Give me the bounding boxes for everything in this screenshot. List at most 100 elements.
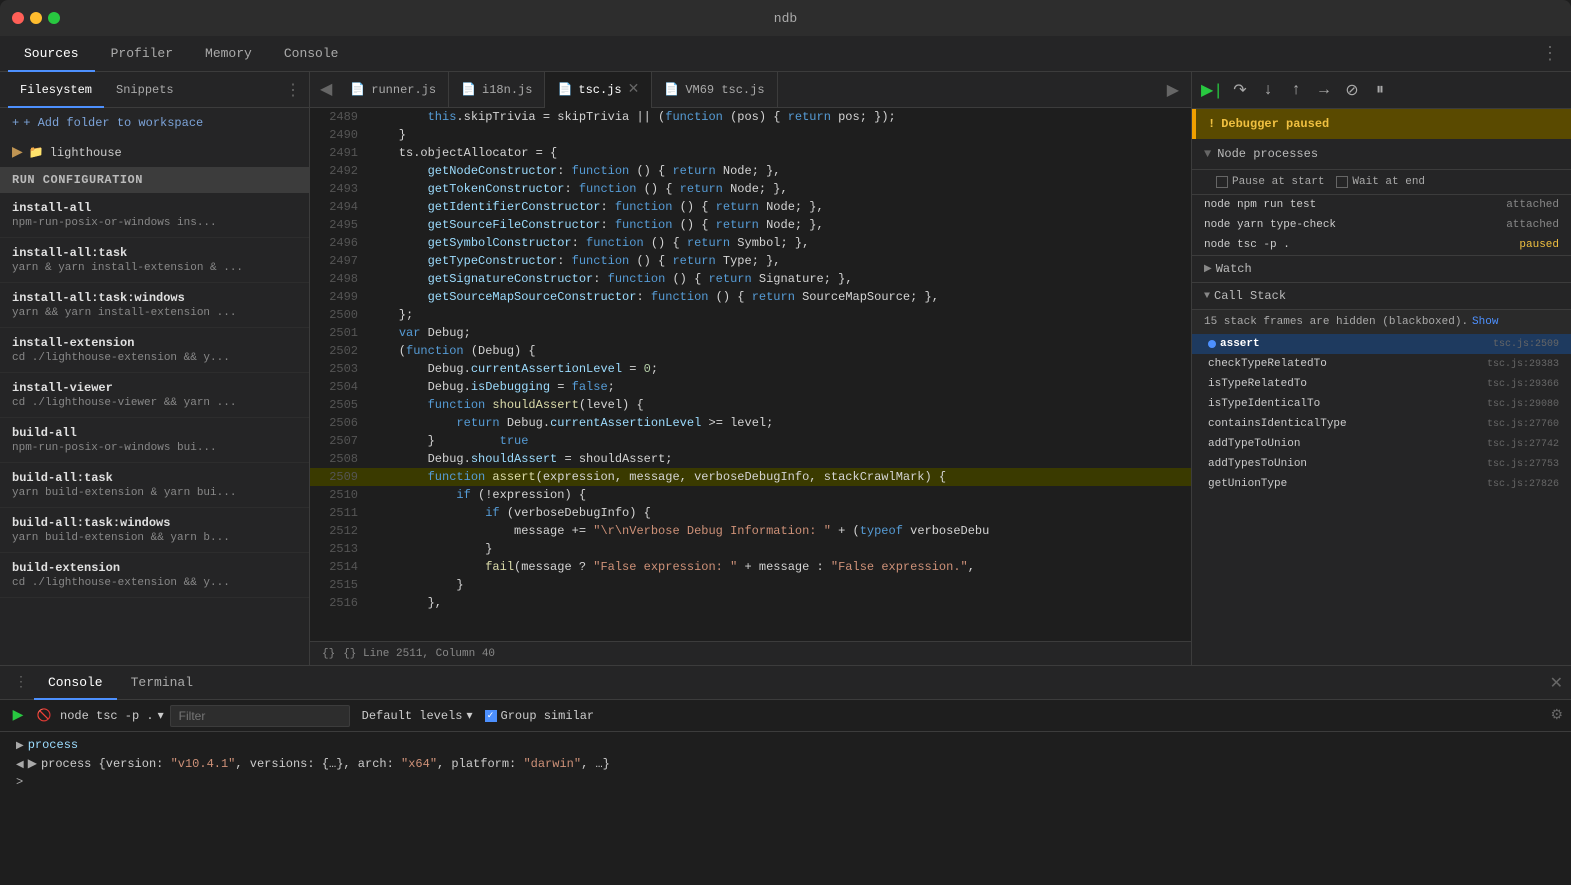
deactivate-button[interactable]: ⊘: [1340, 78, 1364, 102]
file-tab-tsc-label: tsc.js: [578, 83, 621, 97]
folder-name: lighthouse: [50, 146, 122, 160]
node-processes-header-label: Node processes: [1217, 147, 1318, 161]
run-item-install-all[interactable]: install-all npm-run-posix-or-windows ins…: [0, 193, 309, 238]
folder-item-lighthouse[interactable]: ▶ 📁 lighthouse: [0, 138, 309, 167]
console-expand-icon[interactable]: ▶: [16, 740, 24, 752]
code-line-2498: 2498 getSignatureConstructor: function (…: [310, 270, 1191, 288]
process-item-npm[interactable]: node npm run test attached: [1192, 195, 1571, 215]
tab-memory[interactable]: Memory: [189, 36, 268, 72]
step-button[interactable]: →: [1312, 78, 1336, 102]
run-item-install-viewer[interactable]: install-viewer cd ./lighthouse-viewer &&…: [0, 373, 309, 418]
run-item-install-extension[interactable]: install-extension cd ./lighthouse-extens…: [0, 328, 309, 373]
console-context-selector[interactable]: node tsc -p . ▾: [60, 708, 164, 723]
file-tab-tsc[interactable]: 📄 tsc.js ✕: [545, 72, 652, 108]
run-item-install-all-task-windows[interactable]: install-all:task:windows yarn && yarn in…: [0, 283, 309, 328]
group-similar-checkbox[interactable]: ✓: [485, 710, 497, 722]
frame-name-containsidentical: containsIdenticalType: [1208, 418, 1347, 430]
minimize-button[interactable]: [30, 12, 42, 24]
stack-frame-istype[interactable]: isTypeRelatedTo tsc.js:29366: [1192, 374, 1571, 394]
folder-expand-icon: ▶: [12, 144, 23, 161]
pause-at-start-checkbox[interactable]: Pause at start: [1216, 176, 1324, 188]
console-prompt[interactable]: >: [0, 773, 1571, 791]
tab-sources[interactable]: Sources: [8, 36, 95, 72]
console-close-button[interactable]: ✕: [1550, 673, 1563, 693]
callstack-show-link[interactable]: Show: [1472, 316, 1498, 328]
console-filter-input[interactable]: [170, 705, 350, 727]
run-item-install-all-task[interactable]: install-all:task yarn & yarn install-ext…: [0, 238, 309, 283]
console-result-expand2-icon[interactable]: ▶: [28, 756, 37, 771]
file-tab-close-icon[interactable]: ✕: [628, 83, 640, 97]
code-line-2516: 2516 },: [310, 594, 1191, 612]
call-stack-frames: assert tsc.js:2509 checkTypeRelatedTo ts…: [1192, 334, 1571, 494]
process-status-npm: attached: [1506, 199, 1559, 211]
file-tab-runner[interactable]: 📄 runner.js: [338, 72, 449, 108]
tab-console[interactable]: Console: [34, 666, 117, 700]
pause-at-start-box[interactable]: [1216, 176, 1228, 188]
tab-console-main[interactable]: Console: [268, 36, 355, 72]
file-icon-i18n: 📄: [461, 82, 476, 97]
window-controls[interactable]: [12, 12, 60, 24]
console-clear-button[interactable]: 🚫: [34, 706, 54, 726]
tab-terminal[interactable]: Terminal: [117, 666, 207, 700]
step-over-button[interactable]: ↷: [1228, 78, 1252, 102]
run-item-build-all-task[interactable]: build-all:task yarn build-extension & ya…: [0, 463, 309, 508]
run-item-build-extension[interactable]: build-extension cd ./lighthouse-extensio…: [0, 553, 309, 598]
step-into-button[interactable]: ↓: [1256, 78, 1280, 102]
frame-loc-istypeidentical: tsc.js:29080: [1487, 399, 1559, 410]
process-item-tsc[interactable]: node tsc -p . paused: [1192, 235, 1571, 255]
process-item-yarn[interactable]: node yarn type-check attached: [1192, 215, 1571, 235]
pause-options: Pause at start Wait at end: [1192, 170, 1571, 195]
stack-frame-getunion[interactable]: getUnionType tsc.js:27826: [1192, 474, 1571, 494]
maximize-button[interactable]: [48, 12, 60, 24]
stack-frame-checktype[interactable]: checkTypeRelatedTo tsc.js:29383: [1192, 354, 1571, 374]
console-line-process[interactable]: ▶ process: [0, 736, 1571, 754]
run-item-build-all-task-windows[interactable]: build-all:task:windows yarn build-extens…: [0, 508, 309, 553]
tab-profiler[interactable]: Profiler: [95, 36, 189, 72]
file-play-button[interactable]: ▶: [1159, 80, 1187, 100]
file-tabs-back-icon[interactable]: ◀: [314, 72, 338, 108]
pause-button[interactable]: ⏸: [1368, 78, 1392, 102]
code-editor[interactable]: 2489 this.skipTrivia = skipTrivia || (fu…: [310, 108, 1191, 641]
code-line-2505: 2505 function shouldAssert(level) {: [310, 396, 1191, 414]
more-options-icon[interactable]: ⋮: [1541, 43, 1559, 65]
code-area: ◀ 📄 runner.js 📄 i18n.js 📄 tsc.js ✕ 📄 VM6…: [310, 72, 1191, 665]
console-result-text: process {version: "v10.4.1", versions: {…: [41, 757, 610, 771]
console-result-expand-icon[interactable]: ◀: [16, 759, 24, 771]
status-brackets-icon: {}: [322, 648, 335, 660]
add-folder-button[interactable]: + + Add folder to workspace: [0, 108, 309, 138]
stack-frame-containsidentical[interactable]: containsIdenticalType tsc.js:27760: [1192, 414, 1571, 434]
file-tab-vm69[interactable]: 📄 VM69 tsc.js: [652, 72, 777, 108]
stack-frame-addtype[interactable]: addTypeToUnion tsc.js:27742: [1192, 434, 1571, 454]
console-prompt-symbol: >: [16, 775, 23, 789]
stack-frame-addtypes[interactable]: addTypesToUnion tsc.js:27753: [1192, 454, 1571, 474]
code-line-2496: 2496 getSymbolConstructor: function () {…: [310, 234, 1191, 252]
stack-frame-assert[interactable]: assert tsc.js:2509: [1192, 334, 1571, 354]
wait-at-end-box[interactable]: [1336, 176, 1348, 188]
callstack-section-header[interactable]: ▼ Call Stack: [1192, 283, 1571, 310]
node-processes-section[interactable]: ▼ Node processes: [1192, 139, 1571, 170]
file-tab-i18n[interactable]: 📄 i18n.js: [449, 72, 545, 108]
watch-section-header[interactable]: ▶ Watch: [1192, 256, 1571, 283]
close-button[interactable]: [12, 12, 24, 24]
sidebar-more-icon[interactable]: ⋮: [285, 80, 301, 100]
frame-name-istypeidentical: isTypeIdenticalTo: [1208, 398, 1320, 410]
console-group-similar[interactable]: ✓ Group similar: [485, 709, 595, 723]
stack-frame-istypeidentical[interactable]: isTypeIdenticalTo tsc.js:29080: [1192, 394, 1571, 414]
process-status-tsc: paused: [1519, 239, 1559, 251]
debugger-paused-banner: ! Debugger paused: [1192, 109, 1571, 139]
process-name-tsc: node tsc -p .: [1204, 239, 1290, 251]
folder-icon-symbol: 📁: [29, 145, 44, 160]
run-item-build-all[interactable]: build-all npm-run-posix-or-windows bui..…: [0, 418, 309, 463]
sidebar-tab-snippets[interactable]: Snippets: [104, 72, 186, 108]
console-levels-button[interactable]: Default levels ▾: [356, 708, 479, 723]
sidebar-tab-filesystem[interactable]: Filesystem: [8, 72, 104, 108]
console-line-result[interactable]: ◀ ▶ process {version: "v10.4.1", version…: [0, 754, 1571, 773]
resume-button[interactable]: ▶|: [1200, 78, 1224, 102]
console-settings-icon[interactable]: ⚙: [1550, 707, 1563, 724]
wait-at-end-checkbox[interactable]: Wait at end: [1336, 176, 1425, 188]
callstack-toggle-icon: ▼: [1204, 291, 1210, 302]
callstack-header-label: Call Stack: [1214, 289, 1286, 303]
console-run-button[interactable]: ▶: [8, 706, 28, 726]
step-out-button[interactable]: ↑: [1284, 78, 1308, 102]
console-tab-menu-icon[interactable]: ⋮: [8, 674, 34, 691]
